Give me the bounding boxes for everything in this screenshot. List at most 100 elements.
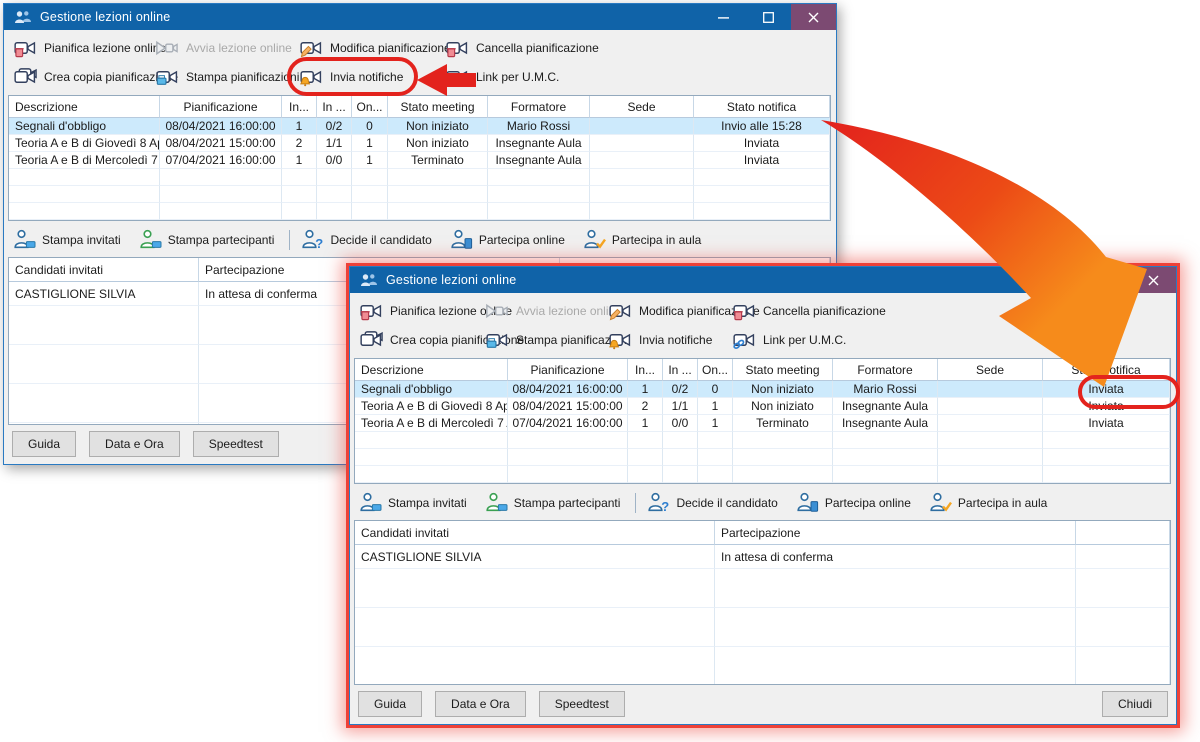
schedule-cell[interactable]: Non iniziato	[733, 381, 833, 398]
schedule-cell[interactable]: Insegnante Aula	[488, 135, 590, 152]
schedule-cell[interactable]: 0/2	[663, 381, 698, 398]
column-header-formatore[interactable]: Formatore	[833, 359, 938, 381]
candidate-cell[interactable]: CASTIGLIONE SILVIA	[355, 545, 715, 569]
schedule-cell[interactable]: 07/04/2021 16:00:00	[508, 415, 628, 432]
column-header-stato-notifica[interactable]: Stato notifica	[1043, 359, 1170, 381]
button-speedtest[interactable]: Speedtest	[539, 691, 625, 717]
candidate-cell[interactable]: CASTIGLIONE SILVIA	[9, 282, 199, 306]
schedule-cell[interactable]: 1/1	[317, 135, 352, 152]
schedule-cell[interactable]: Non iniziato	[388, 135, 488, 152]
toolbar-button-stampa-invitati[interactable]: Stampa invitati	[360, 492, 467, 515]
schedule-cell[interactable]: Mario Rossi	[488, 118, 590, 135]
minimize-button[interactable]	[701, 4, 746, 30]
column-header-candidati-invitati[interactable]: Candidati invitati	[355, 521, 715, 545]
schedule-cell[interactable]: Segnali d'obbligo	[355, 381, 508, 398]
button-chiudi[interactable]: Chiudi	[1102, 691, 1168, 717]
schedule-cell[interactable]: Insegnante Aula	[833, 398, 938, 415]
schedule-cell[interactable]: Mario Rossi	[833, 381, 938, 398]
schedule-cell[interactable]: Inviata	[694, 135, 830, 152]
button-guida[interactable]: Guida	[12, 431, 76, 457]
toolbar-button-stampa-partecipanti[interactable]: Stampa partecipanti	[486, 492, 621, 515]
column-header-formatore[interactable]: Formatore	[488, 96, 590, 118]
column-header-descrizione[interactable]: Descrizione	[355, 359, 508, 381]
schedule-cell[interactable]: Inviata	[1043, 415, 1170, 432]
schedule-cell[interactable]: Teoria A e B di Mercoledì 7 Apr..	[355, 415, 508, 432]
column-header-in[interactable]: In ...	[317, 96, 352, 118]
schedule-cell[interactable]: Teoria A e B di Giovedì 8 Aprile..	[355, 398, 508, 415]
schedule-cell[interactable]: 1	[698, 398, 733, 415]
schedule-cell[interactable]: 07/04/2021 16:00:00	[160, 152, 282, 169]
schedule-cell[interactable]: 0	[352, 118, 388, 135]
column-header-pianificazione[interactable]: Pianificazione	[508, 359, 628, 381]
toolbar-button-link-per-u-m-c[interactable]: Link per U.M.C.	[446, 67, 828, 87]
schedule-cell[interactable]	[938, 381, 1043, 398]
schedule-cell[interactable]: 2	[628, 398, 663, 415]
column-header-sede[interactable]: Sede	[590, 96, 694, 118]
schedule-cell[interactable]: Insegnante Aula	[833, 415, 938, 432]
minimize-button[interactable]	[1041, 267, 1086, 293]
schedule-cell[interactable]: 0	[698, 381, 733, 398]
toolbar-button-crea-copia-pianificazione[interactable]: Crea copia pianificazione	[360, 330, 486, 350]
schedule-cell[interactable]: 08/04/2021 16:00:00	[508, 381, 628, 398]
schedule-cell[interactable]: 1	[282, 118, 317, 135]
schedule-cell[interactable]: Inviata	[1043, 381, 1170, 398]
schedule-cell[interactable]: 0/2	[317, 118, 352, 135]
schedule-cell[interactable]: Invio alle 15:28	[694, 118, 830, 135]
toolbar-button-pianifica-lezione-online[interactable]: Pianifica lezione online	[360, 301, 486, 321]
column-header-candidati-invitati[interactable]: Candidati invitati	[9, 258, 199, 282]
schedule-cell[interactable]: Terminato	[388, 152, 488, 169]
schedule-cell[interactable]	[590, 135, 694, 152]
button-data-e-ora[interactable]: Data e Ora	[435, 691, 526, 717]
schedule-cell[interactable]	[590, 152, 694, 169]
schedule-cell[interactable]: 1	[628, 381, 663, 398]
schedule-cell[interactable]: 1/1	[663, 398, 698, 415]
column-header-in[interactable]: In...	[282, 96, 317, 118]
schedule-cell[interactable]	[938, 398, 1043, 415]
button-guida[interactable]: Guida	[358, 691, 422, 717]
column-header-partecipazione[interactable]: Partecipazione	[715, 521, 1076, 545]
column-header-pianificazione[interactable]: Pianificazione	[160, 96, 282, 118]
schedule-cell[interactable]: Non iniziato	[733, 398, 833, 415]
column-header-descrizione[interactable]: Descrizione	[9, 96, 160, 118]
column-header-in[interactable]: In...	[628, 359, 663, 381]
schedule-cell[interactable]: Teoria A e B di Giovedì 8 Aprile..	[9, 135, 160, 152]
schedule-cell[interactable]: 1	[698, 415, 733, 432]
button-speedtest[interactable]: Speedtest	[193, 431, 279, 457]
toolbar-button-stampa-invitati[interactable]: Stampa invitati	[14, 229, 121, 252]
schedule-cell[interactable]: 0/0	[663, 415, 698, 432]
close-button[interactable]	[791, 4, 836, 30]
button-data-e-ora[interactable]: Data e Ora	[89, 431, 180, 457]
schedule-cell[interactable]: 1	[352, 135, 388, 152]
schedule-cell[interactable]: 08/04/2021 15:00:00	[160, 135, 282, 152]
schedule-cell[interactable]: Insegnante Aula	[488, 152, 590, 169]
toolbar-button-partecipa-online[interactable]: Partecipa online	[797, 492, 911, 515]
toolbar-button-partecipa-in-aula[interactable]: Partecipa in aula	[930, 492, 1047, 515]
toolbar-button-decide-il-candidato[interactable]: ?Decide il candidato	[648, 492, 777, 515]
schedule-cell[interactable]: Inviata	[1043, 398, 1170, 415]
column-header-stato-meeting[interactable]: Stato meeting	[733, 359, 833, 381]
column-header-in[interactable]: In ...	[663, 359, 698, 381]
schedule-cell[interactable]: 08/04/2021 16:00:00	[160, 118, 282, 135]
column-header-on[interactable]: On...	[698, 359, 733, 381]
maximize-button[interactable]	[746, 4, 791, 30]
schedule-cell[interactable]: 1	[628, 415, 663, 432]
toolbar-button-partecipa-in-aula[interactable]: Partecipa in aula	[584, 229, 701, 252]
column-header-stato-notifica[interactable]: Stato notifica	[694, 96, 830, 118]
toolbar-button-partecipa-online[interactable]: Partecipa online	[451, 229, 565, 252]
toolbar-button-modifica-pianificazione[interactable]: Modifica pianificazione	[609, 301, 733, 321]
schedule-cell[interactable]: Terminato	[733, 415, 833, 432]
schedule-cell[interactable]: Non iniziato	[388, 118, 488, 135]
schedule-cell[interactable]: Teoria A e B di Mercoledì 7 Apr..	[9, 152, 160, 169]
schedule-cell[interactable]: 2	[282, 135, 317, 152]
toolbar-button-stampa-pianificazioni[interactable]: Stampa pianificazioni	[486, 330, 609, 350]
column-header-on[interactable]: On...	[352, 96, 388, 118]
toolbar-button-cancella-pianificazione[interactable]: Cancella pianificazione	[733, 301, 1168, 321]
toolbar-button-crea-copia-pianificazione[interactable]: Crea copia pianificazione	[14, 67, 156, 87]
toolbar-button-cancella-pianificazione[interactable]: Cancella pianificazione	[446, 38, 828, 58]
toolbar-button-invia-notifiche[interactable]: Invia notifiche	[300, 67, 446, 87]
schedule-cell[interactable]	[938, 415, 1043, 432]
toolbar-button-decide-il-candidato[interactable]: ?Decide il candidato	[302, 229, 431, 252]
toolbar-button-stampa-pianificazioni[interactable]: Stampa pianificazioni	[156, 67, 300, 87]
toolbar-button-link-per-u-m-c[interactable]: Link per U.M.C.	[733, 330, 1168, 350]
candidate-cell[interactable]: In attesa di conferma	[715, 545, 1076, 569]
